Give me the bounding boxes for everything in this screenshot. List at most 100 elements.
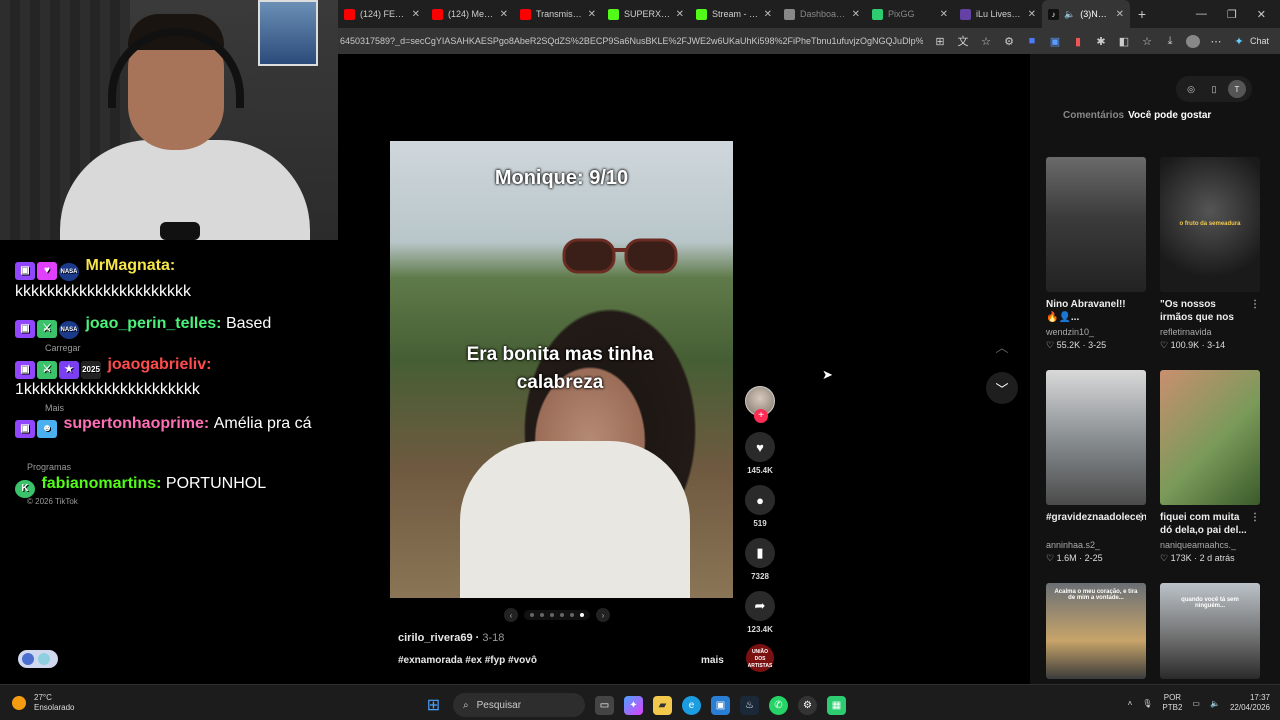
- carousel-dot[interactable]: [560, 613, 564, 617]
- url-field[interactable]: 6450317589?_d=secCgYIASAHKAESPgo8AbeR2SQ…: [338, 36, 923, 46]
- device-icon[interactable]: ▯: [1205, 80, 1223, 98]
- card-user[interactable]: wendzin10_: [1046, 327, 1146, 337]
- card-user[interactable]: anninhaa.s2_: [1046, 540, 1146, 550]
- browser-tab[interactable]: iLu Lives | Rea✕: [954, 0, 1042, 28]
- speaker-icon[interactable]: 🔈: [1064, 9, 1075, 20]
- profile-avatar[interactable]: [1186, 34, 1200, 48]
- edge-browser-icon[interactable]: e: [682, 695, 701, 715]
- close-tab-icon[interactable]: ✕: [852, 9, 860, 20]
- chevron-left-icon[interactable]: ‹: [504, 608, 518, 622]
- chat-username[interactable]: fabianomartins:: [41, 475, 161, 492]
- suggested-card[interactable]: Acalma o meu coração, e tira de mim a vo…: [1046, 583, 1146, 683]
- more-options-icon[interactable]: ⋮: [1250, 511, 1260, 524]
- profile-avatar[interactable]: T: [1228, 80, 1246, 98]
- weather-widget[interactable]: 27°C Ensolarado: [12, 693, 74, 713]
- carousel-dot-active[interactable]: [580, 613, 584, 617]
- video-thumbnail[interactable]: o fruto da semeadura: [1160, 157, 1260, 292]
- clock[interactable]: 17:37 22/04/2026: [1230, 693, 1270, 713]
- browser-tab[interactable]: Stream - Kick✕: [690, 0, 778, 28]
- close-tab-icon[interactable]: ✕: [500, 9, 508, 20]
- install-app-icon[interactable]: ⊞: [933, 35, 947, 48]
- more-link[interactable]: mais: [701, 655, 724, 666]
- video-hashtags[interactable]: #exnamorada #ex #fyp #vovô: [398, 655, 537, 666]
- translate-extension-icon[interactable]: ▣: [1048, 35, 1062, 48]
- close-tab-icon[interactable]: ✕: [412, 9, 420, 20]
- language-indicator[interactable]: POR PTB2: [1162, 693, 1182, 713]
- suggested-card[interactable]: fiquei com muita dó dela,o pai del... ⋮ n…: [1160, 370, 1260, 583]
- chevron-down-icon[interactable]: ﹀: [986, 372, 1018, 404]
- network-icon[interactable]: ▭: [1192, 699, 1200, 708]
- copilot-icon[interactable]: ✦: [624, 695, 643, 715]
- browser-tab[interactable]: Dashboard - l✕: [778, 0, 866, 28]
- collections-icon[interactable]: ☆: [1140, 35, 1154, 48]
- browser-tab-active[interactable]: ♪🔈(3)Notas✕: [1042, 0, 1130, 28]
- carousel-dot[interactable]: [540, 613, 544, 617]
- close-tab-icon[interactable]: ✕: [588, 9, 596, 20]
- carousel-dot[interactable]: [570, 613, 574, 617]
- suggested-card[interactable]: o fruto da semeadura "Os nossos irmãos q…: [1160, 157, 1260, 370]
- video-thumbnail[interactable]: Acalma o meu coração, e tira de mim a vo…: [1046, 583, 1146, 679]
- close-tab-icon[interactable]: ✕: [1116, 9, 1124, 20]
- chat-username[interactable]: supertonhaoprime:: [63, 415, 209, 432]
- tab-comments[interactable]: Comentários: [1063, 110, 1124, 121]
- close-tab-icon[interactable]: ✕: [764, 9, 772, 20]
- save-button[interactable]: ▮: [745, 538, 775, 568]
- carousel-dot[interactable]: [530, 613, 534, 617]
- extension-icon[interactable]: ⚙: [1002, 35, 1016, 48]
- video-thumbnail[interactable]: [1046, 370, 1146, 505]
- translate-icon[interactable]: 文: [956, 33, 970, 49]
- download-icon[interactable]: ⤓: [1163, 35, 1177, 48]
- app-icon[interactable]: ⚙: [798, 695, 817, 715]
- close-window-icon[interactable]: ✕: [1257, 8, 1266, 21]
- card-user[interactable]: refletirnavida: [1160, 327, 1260, 337]
- taskbar-search[interactable]: ⌕ Pesquisar: [453, 693, 585, 717]
- more-options-icon[interactable]: ⋮: [1250, 298, 1260, 311]
- chevron-up-icon[interactable]: ︿: [986, 330, 1018, 362]
- volume-icon[interactable]: 🔈: [1210, 699, 1220, 708]
- creator-avatar[interactable]: +: [745, 386, 775, 423]
- chevron-right-icon[interactable]: ›: [596, 608, 610, 622]
- music-disc[interactable]: UNIÃO DOS ARTISTAS: [746, 644, 774, 672]
- chat-button[interactable]: Chat: [1250, 36, 1269, 46]
- pdf-extension-icon[interactable]: ▮: [1071, 35, 1085, 48]
- chat-username[interactable]: joaogabrieliv:: [107, 356, 211, 373]
- suggested-card[interactable]: Nino Abravanel!! 🔥👤... wendzin10_ ♡ 55.2…: [1046, 157, 1146, 370]
- close-tab-icon[interactable]: ✕: [676, 9, 684, 20]
- autoscroll-icon[interactable]: ◎: [1182, 80, 1200, 98]
- follow-plus-icon[interactable]: +: [754, 409, 768, 423]
- copilot-icon[interactable]: ✦: [1232, 35, 1246, 48]
- microphone-icon[interactable]: 🎙: [1142, 699, 1152, 708]
- chat-widget-toggle[interactable]: [18, 650, 58, 668]
- comment-button[interactable]: ●: [745, 485, 775, 515]
- whatsapp-icon[interactable]: ✆: [769, 695, 788, 715]
- like-button[interactable]: ♥: [745, 432, 775, 462]
- split-screen-icon[interactable]: ◧: [1117, 35, 1131, 48]
- tab-suggested[interactable]: Você pode gostar: [1128, 110, 1211, 121]
- carousel-dot[interactable]: [550, 613, 554, 617]
- card-user[interactable]: naniqueamaahcs._: [1160, 540, 1260, 550]
- minimize-icon[interactable]: —: [1196, 8, 1207, 21]
- photos-icon[interactable]: ▣: [711, 695, 730, 715]
- new-tab-button[interactable]: +: [1130, 6, 1154, 22]
- browser-tab[interactable]: (124) FEAR TH✕: [338, 0, 426, 28]
- suggested-card[interactable]: quando você tá sem ninguém...: [1160, 583, 1260, 683]
- more-options-icon[interactable]: ⋮: [1136, 511, 1146, 524]
- file-explorer-icon[interactable]: ▰: [653, 695, 672, 715]
- video-player[interactable]: Monique: 9/10 Era bonita mas tinha calab…: [390, 141, 733, 598]
- chevron-up-icon[interactable]: ˄: [1128, 699, 1133, 708]
- close-tab-icon[interactable]: ✕: [940, 9, 948, 20]
- green-app-icon[interactable]: ▦: [827, 695, 846, 715]
- browser-tab[interactable]: Transmissão d✕: [514, 0, 602, 28]
- puzzle-icon[interactable]: ✱: [1094, 35, 1108, 48]
- restore-icon[interactable]: ❐: [1227, 8, 1237, 21]
- video-thumbnail[interactable]: [1160, 370, 1260, 505]
- video-thumbnail[interactable]: [1046, 157, 1146, 292]
- chat-username[interactable]: MrMagnata:: [85, 257, 175, 274]
- browser-tab[interactable]: (124) Metal Inj✕: [426, 0, 514, 28]
- favorite-star-icon[interactable]: ☆: [979, 35, 993, 48]
- more-menu-icon[interactable]: ⋯: [1209, 35, 1223, 48]
- steam-icon[interactable]: ♨: [740, 695, 759, 715]
- browser-tab[interactable]: SUPERXANDAI✕: [602, 0, 690, 28]
- suggested-card[interactable]: #gravideznaadolecencia...⋮ anninhaa.s2_ …: [1046, 370, 1146, 583]
- windows-start-icon[interactable]: ⊞: [424, 696, 443, 715]
